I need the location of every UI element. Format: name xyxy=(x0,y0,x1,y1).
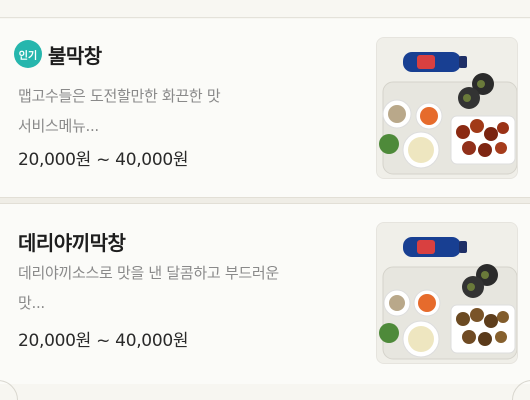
food-set-photo-icon xyxy=(377,223,517,363)
menu-item-name: 불막창 xyxy=(48,43,102,68)
menu-list-page: 인기 불막창 맵고수들은 도전할만한 화끈한 맛 서비스메뉴... 20,000… xyxy=(0,0,530,400)
menu-item-teriyaki-makchang[interactable]: 데리야끼막창 데리야끼소스로 맛을 낸 달콤하고 부드러운 맛... 20,00… xyxy=(0,204,530,384)
menu-item-description: 데리야끼소스로 맛을 낸 달콤하고 부드러운 맛... xyxy=(18,258,363,318)
menu-item-name: 데리야끼막창 xyxy=(18,230,126,255)
section-divider xyxy=(0,197,530,204)
menu-item-description-line: 맵고수들은 도전할만한 화끈한 맛 xyxy=(18,87,221,105)
menu-item-bulmakchang[interactable]: 인기 불막창 맵고수들은 도전할만한 화끈한 맛 서비스메뉴... 20,000… xyxy=(0,19,530,199)
popular-badge: 인기 xyxy=(14,40,42,68)
menu-item-description-line: 데리야끼소스로 맛을 낸 달콤하고 부드러운 xyxy=(18,264,279,282)
menu-item-price: 20,000원 ~ 40,000원 xyxy=(18,331,189,351)
menu-item-description: 맵고수들은 도전할만한 화끈한 맛 서비스메뉴... xyxy=(18,81,363,141)
menu-item-title-row: 데리야끼막창 xyxy=(18,226,126,256)
food-set-photo-icon xyxy=(377,38,517,178)
menu-item-photo[interactable] xyxy=(376,222,518,364)
menu-item-photo[interactable] xyxy=(376,37,518,179)
menu-item-description-line: 서비스메뉴... xyxy=(18,117,99,135)
top-divider xyxy=(0,0,530,18)
menu-item-price: 20,000원 ~ 40,000원 xyxy=(18,150,189,170)
menu-item-description-line: 맛... xyxy=(18,294,45,312)
menu-item-title-row: 인기 불막창 xyxy=(14,39,102,69)
